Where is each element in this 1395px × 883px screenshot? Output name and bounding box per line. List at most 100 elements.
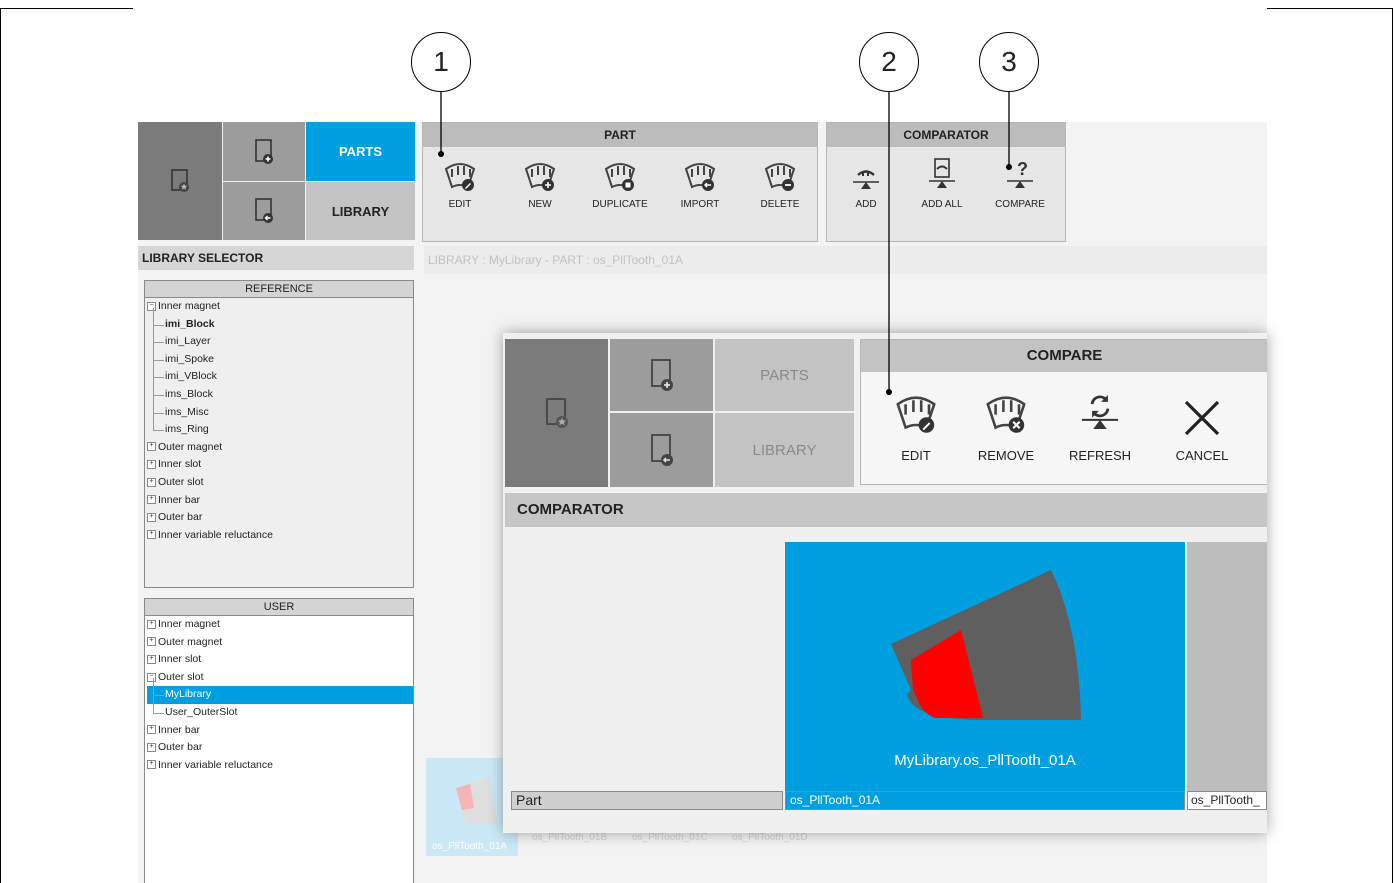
user-tree: + Inner magnet + Outer magnet + Inner slot − Ou… [145, 616, 413, 774]
tree-node-label: Inner slot [158, 653, 202, 666]
expand-icon[interactable]: + [147, 725, 156, 735]
tree-node[interactable]: + Outer bar [147, 739, 413, 757]
thumbnail-label-d[interactable]: os_PllTooth_01D [732, 832, 808, 843]
tooth-import-icon [684, 163, 716, 191]
compare-edit-label: EDIT [901, 448, 931, 463]
compare-cancel-button[interactable]: CANCEL [1159, 378, 1245, 463]
part-new-label: NEW [528, 199, 552, 210]
tree-node[interactable]: + Outer magnet [147, 634, 413, 652]
tree-node[interactable]: + Outer bar [147, 509, 413, 527]
compare-new-library-tile[interactable] [610, 339, 713, 411]
tab-library[interactable]: LIBRARY [306, 182, 415, 240]
comparator-add-all-button[interactable]: ADD ALL [911, 151, 973, 210]
tree-node[interactable]: + Inner slot [147, 456, 413, 474]
tree-leaf[interactable]: ims_Ring [147, 413, 413, 439]
part-cell-second[interactable]: os_PllTooth_ [1187, 791, 1267, 810]
comparator-title: COMPARATOR [505, 493, 1267, 527]
user-tree-title: USER [145, 599, 413, 616]
compare-import-library-tile[interactable] [610, 413, 713, 487]
comparator-add-label: ADD [855, 199, 877, 210]
tab-parts[interactable]: PARTS [306, 122, 415, 181]
comparator-compare-button[interactable]: ? COMPARE [989, 151, 1051, 210]
close-icon [1184, 400, 1220, 436]
tree-node-label: Outer slot [158, 475, 204, 488]
scale-add-icon [853, 170, 879, 189]
thumbnail-label-b[interactable]: os_PllTooth_01B [532, 832, 607, 843]
tree-node[interactable]: + Outer slot [147, 474, 413, 492]
scale-compare-icon: ? [1007, 159, 1033, 188]
callout-2: 2 [859, 32, 919, 92]
library-book-star-icon-tile[interactable] [138, 122, 222, 240]
compare-refresh-button[interactable]: REFRESH [1057, 378, 1143, 463]
tree-node[interactable]: − Inner magnet [147, 298, 413, 316]
comparator-add-button[interactable]: ADD [835, 151, 897, 210]
tree-node[interactable]: + Inner bar [147, 492, 413, 510]
tree-leaf[interactable]: User_OuterSlot [147, 696, 413, 722]
tooth-duplicate-icon [604, 163, 636, 191]
part-duplicate-button[interactable]: DUPLICATE [589, 151, 651, 210]
tree-node-label: Inner bar [158, 493, 201, 506]
compare-library-tile[interactable] [505, 339, 608, 487]
expand-icon[interactable]: + [147, 760, 156, 770]
part-preview-image [891, 570, 1081, 720]
tree-leaf[interactable]: ims_Misc [147, 395, 413, 422]
part-row-label: Part [511, 791, 783, 810]
tree-leaf[interactable]: imi_Spoke [147, 342, 413, 369]
tree-node-label: Outer magnet [158, 635, 223, 648]
compare-window: PARTS LIBRARY COMPARE EDIT REMOVE REFRES… [503, 333, 1267, 833]
tree-node-label: Outer slot [158, 670, 204, 683]
expand-icon[interactable]: + [147, 530, 156, 540]
compare-remove-label: REMOVE [977, 448, 1035, 463]
tree-leaf[interactable]: ims_Block [147, 378, 413, 404]
tree-leaf[interactable]: imi_Block [147, 307, 413, 334]
comparator-group-title: COMPARATOR [827, 123, 1065, 147]
expand-icon[interactable]: + [147, 442, 156, 452]
tree-node[interactable]: + Inner magnet [147, 616, 413, 634]
library-selector-title: LIBRARY SELECTOR [138, 246, 414, 270]
expand-icon[interactable]: + [147, 654, 156, 664]
book-import-icon [650, 434, 673, 466]
part-delete-button[interactable]: DELETE [749, 151, 811, 210]
part-duplicate-label: DUPLICATE [592, 199, 648, 210]
compare-tab-parts[interactable]: PARTS [715, 339, 854, 411]
thumbnail-label-c[interactable]: os_PllTooth_01C [632, 832, 708, 843]
tooth-remove-icon [986, 396, 1026, 433]
expand-icon[interactable]: + [147, 512, 156, 522]
expand-icon[interactable]: + [147, 460, 156, 470]
tree-leaf[interactable]: MyLibrary [147, 678, 413, 704]
tree-node-label: Outer bar [158, 511, 203, 524]
expand-icon[interactable]: + [147, 477, 156, 487]
expand-icon[interactable]: + [147, 742, 156, 752]
callout-1: 1 [411, 32, 471, 92]
part-new-button[interactable]: NEW [509, 151, 571, 210]
expand-icon[interactable]: + [147, 619, 156, 629]
book-star-icon [171, 169, 189, 192]
tree-node[interactable]: + Inner variable reluctance [147, 757, 413, 775]
tree-node-label: Inner variable reluctance [158, 528, 273, 541]
new-library-tile[interactable] [223, 122, 305, 181]
compare-cancel-label: CANCEL [1175, 448, 1229, 463]
part-edit-button[interactable]: EDIT [429, 151, 491, 210]
tree-node[interactable]: + Outer magnet [147, 439, 413, 457]
expand-icon[interactable]: + [147, 637, 156, 647]
compare-card-selected[interactable]: MyLibrary.os_PllTooth_01A [785, 542, 1185, 791]
compare-tab-library[interactable]: LIBRARY [715, 413, 854, 487]
user-tree-panel: USER + Inner magnet + Outer magnet + Inner sl… [144, 598, 414, 883]
compare-remove-button[interactable]: REMOVE [963, 378, 1049, 463]
tree-node-label: Outer bar [158, 741, 203, 754]
expand-icon[interactable]: + [147, 495, 156, 505]
compare-edit-button[interactable]: EDIT [873, 378, 959, 463]
tree-leaf[interactable]: imi_VBlock [147, 360, 413, 386]
tree-leaf[interactable]: imi_Layer [147, 325, 413, 351]
import-library-tile[interactable] [223, 182, 305, 240]
tree-node[interactable]: + Inner variable reluctance [147, 527, 413, 545]
tree-node[interactable]: + Inner bar [147, 722, 413, 740]
tree-node[interactable]: + Inner slot [147, 651, 413, 669]
refresh-icon [1081, 395, 1119, 429]
compare-group: COMPARE EDIT REMOVE REFRESH CANCEL [860, 339, 1267, 485]
thumbnail-label-a: os_PllTooth_01A [432, 841, 508, 852]
compare-card-second[interactable] [1187, 542, 1267, 791]
part-import-button[interactable]: IMPORT [669, 151, 731, 210]
tree-node[interactable]: − Outer slot [147, 669, 413, 687]
part-cell-selected[interactable]: os_PllTooth_01A [785, 791, 1185, 810]
